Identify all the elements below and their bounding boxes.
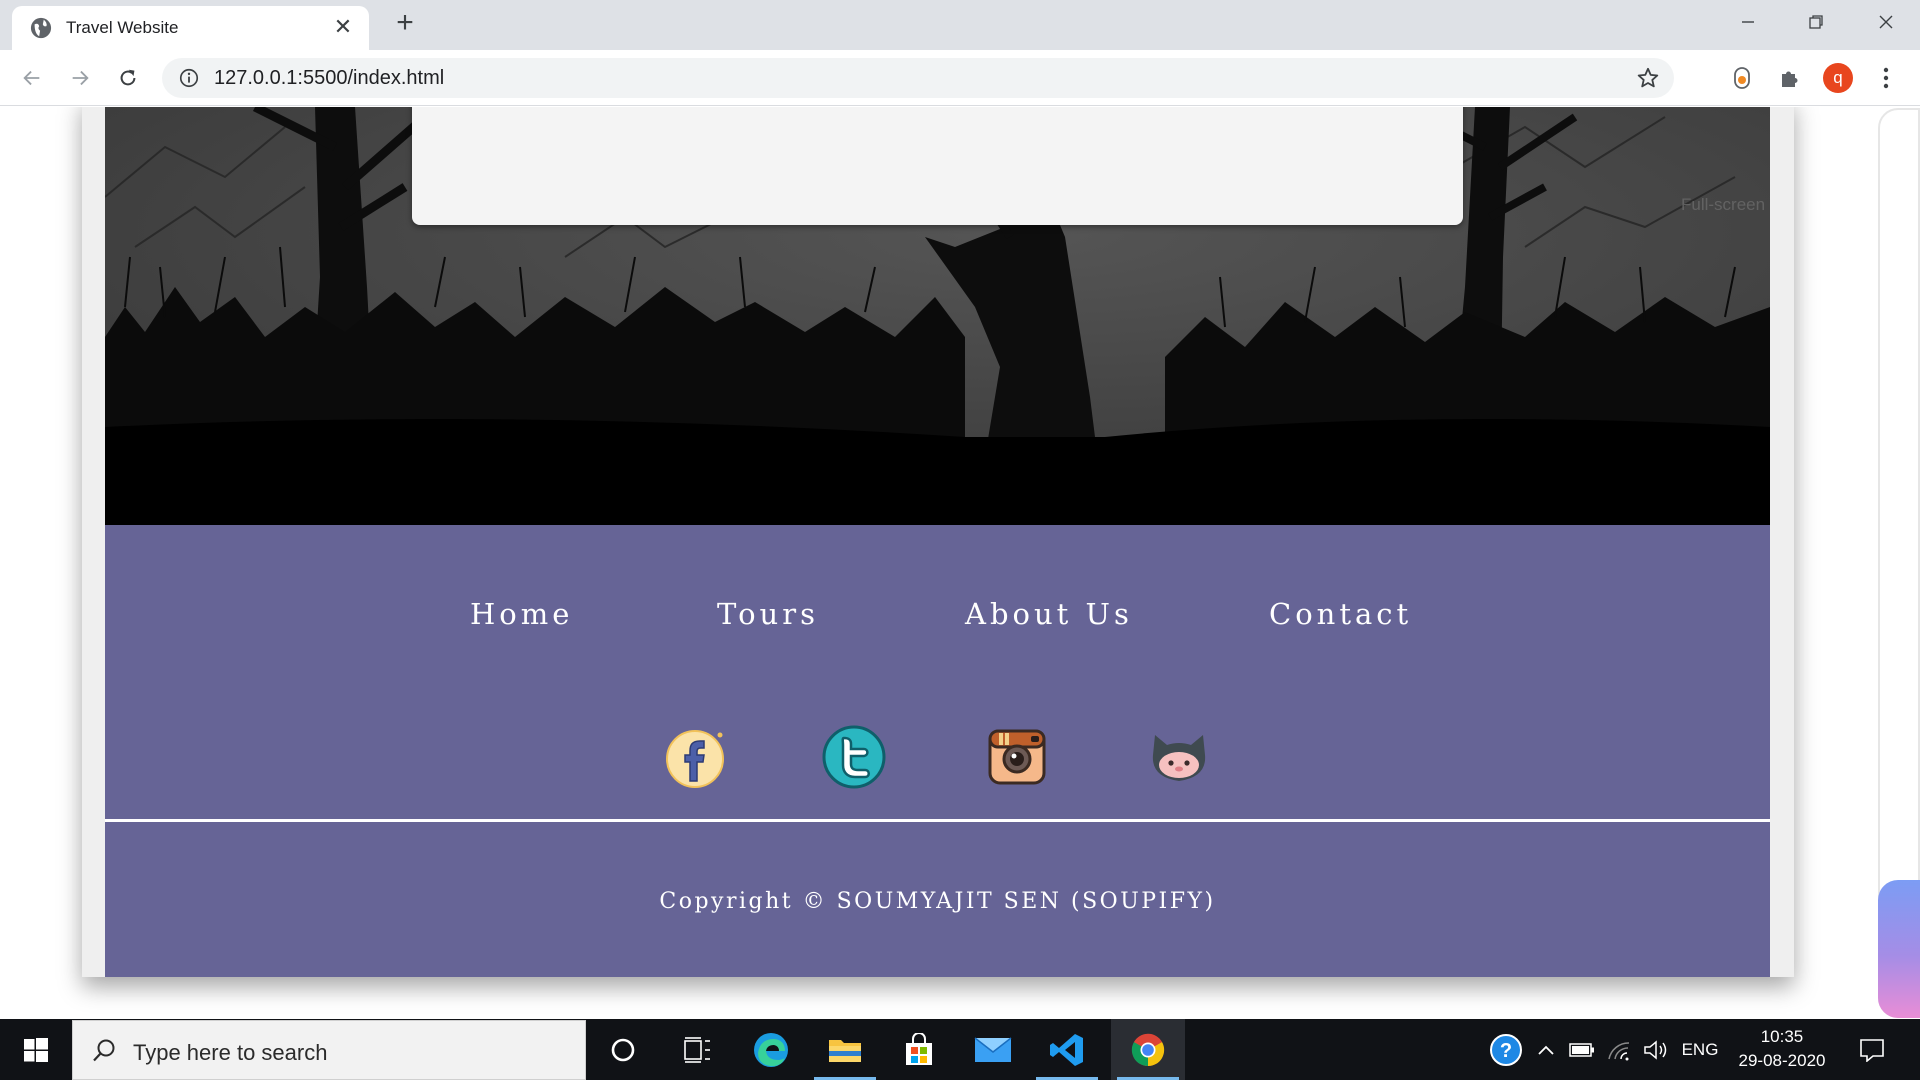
kebab-menu-icon[interactable]: [1870, 62, 1902, 94]
url-text[interactable]: 127.0.0.1:5500/index.html: [214, 67, 444, 90]
profile-avatar[interactable]: q: [1822, 62, 1854, 94]
windows-taskbar: Type here to search ? ENG 10:35 29-08-20…: [0, 1019, 1920, 1080]
wifi-icon[interactable]: [1604, 1019, 1636, 1080]
globe-icon: [30, 17, 52, 39]
instagram-icon[interactable]: [985, 725, 1049, 789]
search-icon: [93, 1039, 115, 1062]
volume-icon[interactable]: [1640, 1019, 1672, 1080]
footer-link-contact[interactable]: Contact: [1269, 597, 1412, 631]
chrome-icon[interactable]: [1111, 1019, 1185, 1080]
forward-arrow-icon[interactable]: [64, 62, 96, 94]
footer-link-home[interactable]: Home: [470, 597, 573, 631]
reload-icon[interactable]: [112, 62, 144, 94]
vscode-icon[interactable]: [1030, 1019, 1104, 1080]
taskbar-clock[interactable]: 10:35 29-08-2020: [1726, 1025, 1838, 1073]
input-language-indicator[interactable]: ENG: [1678, 1019, 1722, 1080]
extension-badge-icon[interactable]: [1726, 62, 1758, 94]
edge-browser-icon[interactable]: [734, 1019, 808, 1080]
page-viewport: Full-screen Home Tours About Us Contact: [0, 107, 1920, 1019]
content-card: [412, 107, 1463, 225]
taskbar-search-box[interactable]: Type here to search: [72, 1020, 586, 1080]
footer-divider: [105, 819, 1770, 822]
footer-nav: Home Tours About Us Contact: [105, 597, 1770, 637]
new-tab-icon[interactable]: +: [390, 8, 420, 39]
file-explorer-icon[interactable]: [808, 1019, 882, 1080]
twitter-icon[interactable]: [822, 725, 886, 789]
task-view-icon[interactable]: [660, 1019, 734, 1080]
profile-initial: q: [1823, 63, 1853, 93]
site-footer: Home Tours About Us Contact Copyright © …: [105, 525, 1770, 977]
footer-link-tours[interactable]: Tours: [717, 597, 819, 631]
copyright-text: Copyright © SOUMYAJIT SEN (SOUPIFY): [659, 889, 1216, 914]
close-window-icon[interactable]: [1852, 0, 1920, 44]
clock-time: 10:35: [1760, 1027, 1804, 1046]
footer-link-about-us[interactable]: About Us: [965, 597, 1133, 631]
bookmark-star-icon[interactable]: [1636, 66, 1660, 90]
tab-strip: Travel Website ✕ +: [0, 0, 1920, 50]
battery-icon[interactable]: [1566, 1019, 1598, 1080]
info-icon[interactable]: [178, 67, 200, 89]
microsoft-store-icon[interactable]: [882, 1019, 956, 1080]
windows-logo-icon: [24, 1037, 48, 1062]
address-bar[interactable]: 127.0.0.1:5500/index.html: [162, 58, 1674, 98]
browser-tab[interactable]: Travel Website ✕: [12, 6, 369, 50]
notification-center-icon[interactable]: [1850, 1019, 1894, 1080]
language-label: ENG: [1681, 1039, 1719, 1059]
close-tab-icon[interactable]: ✕: [331, 15, 355, 39]
start-button[interactable]: [0, 1019, 72, 1080]
clock-date: 29-08-2020: [1738, 1051, 1826, 1070]
minimize-icon[interactable]: [1714, 0, 1782, 44]
back-arrow-icon[interactable]: [16, 62, 48, 94]
extensions-puzzle-icon[interactable]: [1774, 62, 1806, 94]
fullscreen-hint: Full-screen: [1681, 195, 1766, 214]
show-hidden-icons-chevron-icon[interactable]: [1532, 1019, 1560, 1080]
restore-icon[interactable]: [1782, 0, 1850, 44]
github-icon[interactable]: [1147, 725, 1211, 789]
scrollbar-thumb[interactable]: [1878, 880, 1920, 1018]
help-icon[interactable]: ?: [1484, 1019, 1528, 1080]
svg-text:?: ?: [1500, 1040, 1512, 1062]
facebook-icon[interactable]: [664, 725, 728, 789]
tab-title: Travel Website: [66, 18, 179, 37]
mail-icon[interactable]: [956, 1019, 1030, 1080]
cortana-icon[interactable]: [586, 1019, 660, 1080]
search-placeholder: Type here to search: [133, 1040, 328, 1065]
